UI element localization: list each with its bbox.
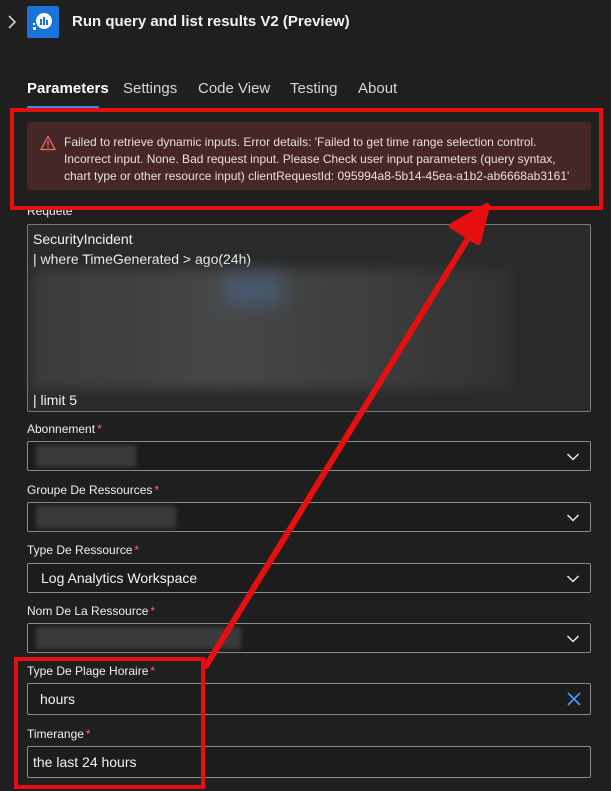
time-range-type-input[interactable]: hours <box>27 683 591 715</box>
query-line: | where TimeGenerated > ago(24h) <box>33 251 252 267</box>
tab-settings[interactable]: Settings <box>123 80 177 97</box>
resource-name-dropdown[interactable] <box>27 623 591 653</box>
chevron-down-icon <box>566 635 580 643</box>
subscription-dropdown[interactable] <box>27 441 591 471</box>
resource-type-label: Type De Ressource * <box>27 543 140 557</box>
query-editor[interactable]: SecurityIncident | where TimeGenerated >… <box>27 224 591 412</box>
redacted-query-content <box>223 275 283 305</box>
resource-type-value: Log Analytics Workspace <box>41 570 198 586</box>
chevron-right-icon[interactable] <box>6 14 18 30</box>
active-tab-indicator <box>27 106 99 109</box>
tab-bar: Parameters Settings Code View Testing Ab… <box>0 76 611 110</box>
chevron-down-icon <box>566 575 580 583</box>
error-message: Failed to retrieve dynamic inputs. Error… <box>64 135 570 183</box>
timerange-label: Timerange * <box>27 727 91 741</box>
close-icon[interactable] <box>566 691 582 707</box>
log-analytics-logo <box>27 6 59 38</box>
redacted-value <box>36 627 241 649</box>
time-range-type-value: hours <box>40 691 76 707</box>
warning-triangle-icon <box>40 135 56 151</box>
chevron-down-icon <box>566 514 580 522</box>
resource-group-label: Groupe De Ressources * <box>27 483 160 497</box>
query-line: | limit 5 <box>33 392 78 408</box>
query-line: SecurityIncident <box>33 231 133 247</box>
timerange-input[interactable]: the last 24 hours <box>27 746 591 778</box>
resource-group-dropdown[interactable] <box>27 502 591 532</box>
time-range-type-label: Type De Plage Horaire * <box>27 664 156 678</box>
tab-code-view[interactable]: Code View <box>198 80 270 97</box>
redacted-value <box>36 506 176 528</box>
subscription-label: Abonnement * <box>27 422 102 436</box>
tab-about[interactable]: About <box>358 80 397 97</box>
panel-header: Run query and list results V2 (Preview) <box>0 0 611 46</box>
tab-testing[interactable]: Testing <box>290 80 338 97</box>
query-label: Requete <box>27 204 73 218</box>
timerange-value: the last 24 hours <box>33 754 137 770</box>
redacted-value <box>36 445 136 467</box>
resource-type-dropdown[interactable]: Log Analytics Workspace <box>27 563 591 593</box>
tab-parameters[interactable]: Parameters <box>27 80 109 97</box>
page-title: Run query and list results V2 (Preview) <box>72 13 350 30</box>
chevron-down-icon <box>566 453 580 461</box>
resource-name-label: Nom De La Ressource * <box>27 604 156 618</box>
error-banner: Failed to retrieve dynamic inputs. Error… <box>27 122 591 190</box>
